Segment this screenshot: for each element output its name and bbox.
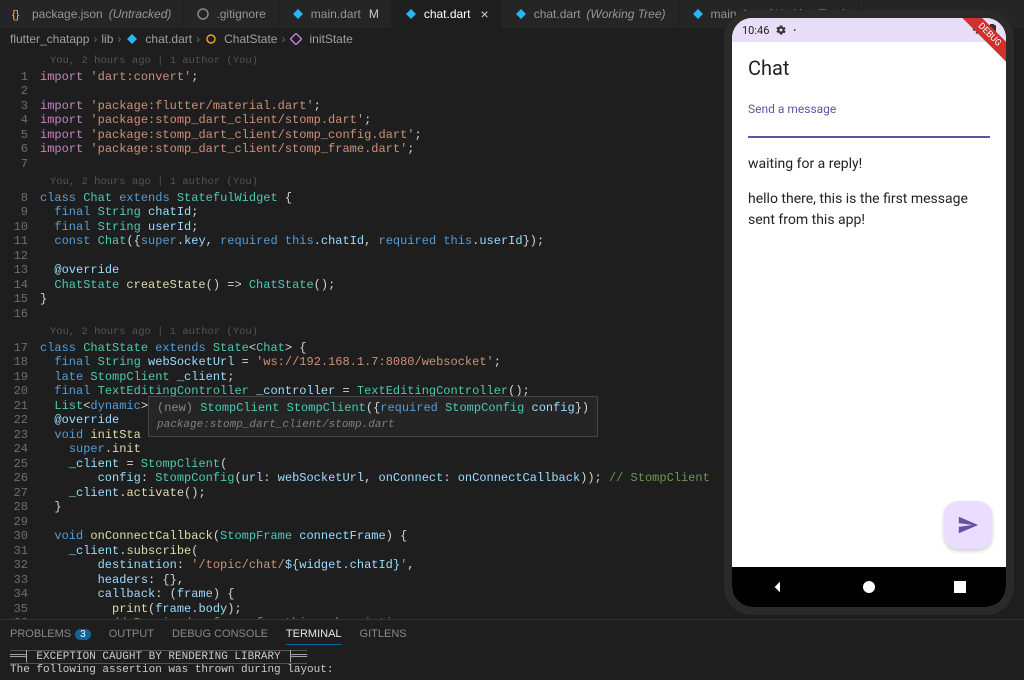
send-icon <box>957 514 979 536</box>
debug-banner: DEBUG <box>946 18 1006 78</box>
send-button[interactable] <box>944 501 992 549</box>
bc-class[interactable]: ChatState <box>224 32 277 46</box>
panel-tab-label: PROBLEMS <box>10 628 71 640</box>
panel-tab-problems[interactable]: PROBLEMS 3 <box>10 628 91 640</box>
message-item: waiting for a reply! <box>748 154 990 175</box>
problems-count-badge: 3 <box>75 629 91 640</box>
tab-label: package.json <box>32 7 103 21</box>
modified-indicator: M <box>369 7 379 21</box>
bc-folder[interactable]: lib <box>101 32 113 46</box>
method-icon <box>289 32 303 46</box>
tab-suffix: (Working Tree) <box>586 7 665 21</box>
tab-main-dart[interactable]: main.dart M <box>279 0 392 28</box>
chevron-right-icon: › <box>93 32 97 46</box>
hint-source: package:stomp_dart_client/stomp.dart <box>157 418 589 433</box>
bc-project[interactable]: flutter_chatapp <box>10 32 89 46</box>
terminal-line: ══╡ EXCEPTION CAUGHT BY RENDERING LIBRAR… <box>10 650 307 664</box>
panel-tab-output[interactable]: OUTPUT <box>109 628 154 640</box>
tab-label: chat.dart <box>534 7 581 21</box>
panel-tab-debug[interactable]: DEBUG CONSOLE <box>172 628 268 640</box>
chevron-right-icon: › <box>117 32 121 46</box>
dart-icon <box>404 7 418 21</box>
placeholder-text: Send a message <box>748 102 990 116</box>
class-icon <box>204 32 218 46</box>
panel-tab-gitlens[interactable]: GITLENS <box>360 628 407 640</box>
device-emulator: DEBUG 10:46 • Chat Send a message waitin… <box>724 10 1014 615</box>
dart-icon <box>291 7 305 21</box>
message-list: waiting for a reply! hello there, this i… <box>732 138 1006 261</box>
chevron-right-icon: › <box>281 32 285 46</box>
bottom-panel: PROBLEMS 3 OUTPUT DEBUG CONSOLE TERMINAL… <box>0 619 1024 669</box>
message-item: hello there, this is the first message s… <box>748 189 990 231</box>
bc-file[interactable]: chat.dart <box>145 32 192 46</box>
panel-tab-label: OUTPUT <box>109 628 154 640</box>
tab-label: chat.dart <box>424 7 471 21</box>
hint-new: (new) <box>157 401 200 415</box>
panel-tab-label: TERMINAL <box>286 628 342 640</box>
dart-icon <box>514 7 528 21</box>
dart-icon <box>691 7 705 21</box>
panel-tab-label: GITLENS <box>360 628 407 640</box>
gear-icon <box>775 24 787 36</box>
android-nav-bar <box>732 567 1006 607</box>
bc-method[interactable]: initState <box>309 32 352 46</box>
svg-text:{}: {} <box>12 9 20 21</box>
tab-chat-dart-working[interactable]: chat.dart (Working Tree) <box>502 0 679 28</box>
panel-tab-label: DEBUG CONSOLE <box>172 628 268 640</box>
json-icon: {} <box>12 7 26 21</box>
home-icon[interactable] <box>861 579 877 595</box>
tab-suffix: (Untracked) <box>109 7 172 21</box>
dart-icon <box>125 32 139 46</box>
tab-label: .gitignore <box>216 7 265 21</box>
tab-chat-dart[interactable]: chat.dart × <box>392 0 502 28</box>
clock: 10:46 <box>742 24 769 37</box>
terminal-line: The following assertion was thrown durin… <box>10 664 1014 676</box>
tab-package-json[interactable]: {} package.json (Untracked) <box>0 0 184 28</box>
message-input[interactable]: Send a message <box>732 90 1006 138</box>
tab-gitignore[interactable]: .gitignore <box>184 0 278 28</box>
panel-tabs: PROBLEMS 3 OUTPUT DEBUG CONSOLE TERMINAL… <box>0 620 1024 648</box>
device-screen[interactable]: DEBUG 10:46 • Chat Send a message waitin… <box>732 18 1006 607</box>
signature-help-tooltip: (new) StompClient StompClient({required … <box>148 396 598 437</box>
hint-return-type: StompClient <box>200 401 279 415</box>
hint-ctor: StompClient <box>287 401 366 415</box>
dot-icon: • <box>793 26 796 35</box>
gitignore-icon <box>196 7 210 21</box>
tab-label: main.dart <box>311 7 361 21</box>
close-icon[interactable]: × <box>481 6 489 22</box>
terminal-output[interactable]: ══╡ EXCEPTION CAUGHT BY RENDERING LIBRAR… <box>0 648 1024 678</box>
panel-tab-terminal[interactable]: TERMINAL <box>286 628 342 645</box>
back-icon[interactable] <box>770 579 786 595</box>
recents-icon[interactable] <box>952 579 968 595</box>
chevron-right-icon: › <box>196 32 200 46</box>
